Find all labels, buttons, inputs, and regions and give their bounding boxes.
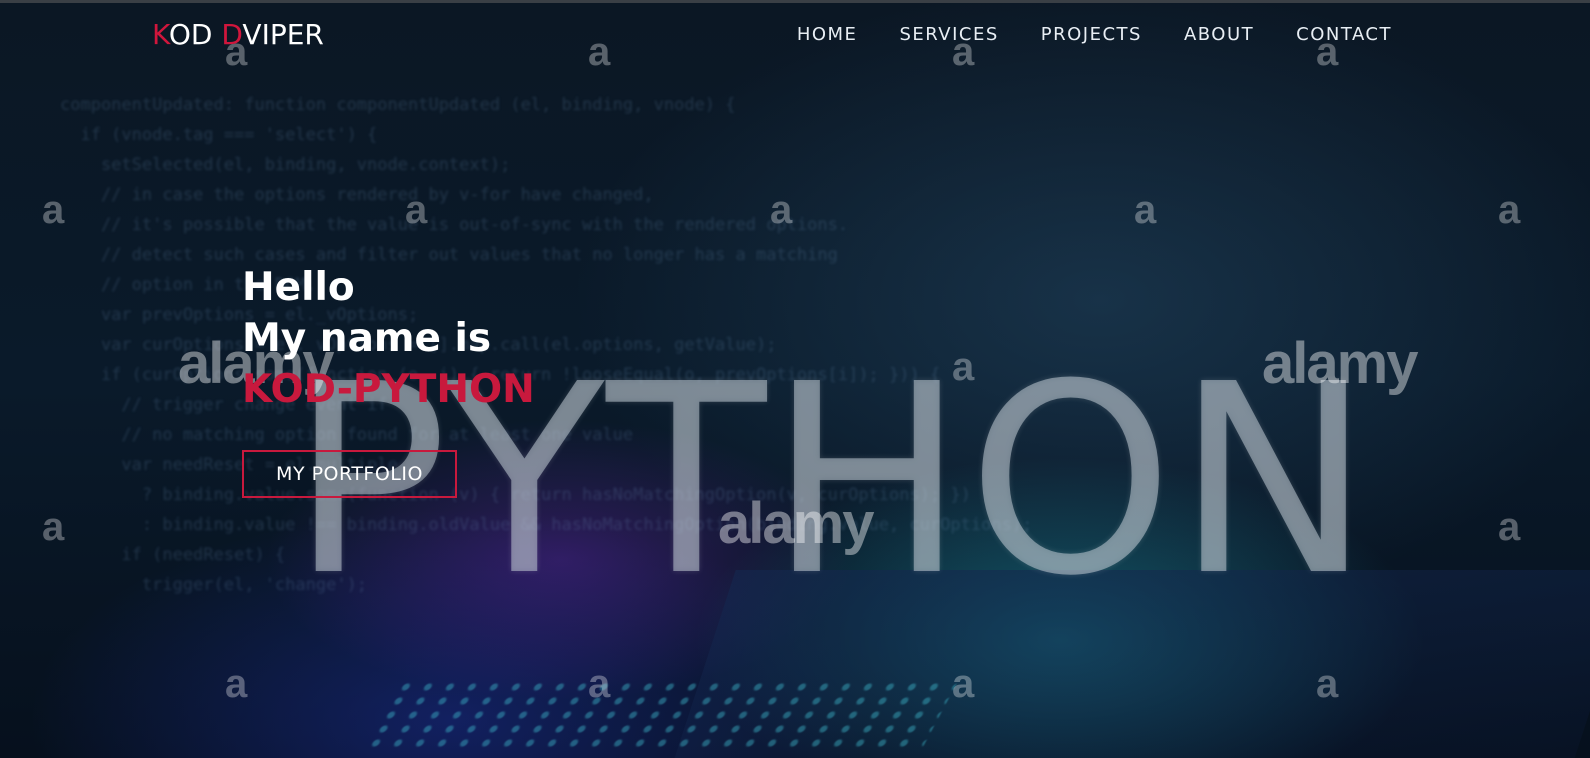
logo-letter-k: K bbox=[152, 18, 169, 51]
keyboard-glow bbox=[361, 680, 959, 750]
watermark-letter: a bbox=[1498, 188, 1521, 232]
watermark-letter: a bbox=[1498, 505, 1521, 549]
watermark-letter: a bbox=[42, 505, 65, 549]
watermark-letter: a bbox=[952, 662, 975, 706]
logo-text-od: OD bbox=[168, 18, 222, 51]
nav-item-projects[interactable]: PROJECTS bbox=[1041, 24, 1142, 45]
site-logo[interactable]: KOD DVIPER bbox=[152, 18, 324, 51]
watermark-brand: alamy bbox=[1262, 331, 1418, 396]
watermark-letter: a bbox=[42, 188, 65, 232]
hero-background: componentUpdated: function componentUpda… bbox=[0, 0, 1590, 758]
watermark-letter: a bbox=[1134, 188, 1157, 232]
code-line: var prevOptions = el._vOptions; bbox=[60, 305, 419, 325]
nav-item-contact[interactable]: CONTACT bbox=[1296, 24, 1392, 45]
nav-item-about[interactable]: ABOUT bbox=[1184, 24, 1254, 45]
watermark-letter: a bbox=[952, 345, 975, 389]
code-line: setSelected(el, binding, vnode.context); bbox=[60, 155, 511, 175]
logo-letter-d: D bbox=[221, 18, 243, 51]
watermark-letter: a bbox=[225, 662, 248, 706]
code-line: // option in the DOM. bbox=[60, 275, 316, 295]
hero-subtitle: My name is bbox=[242, 316, 492, 361]
watermark-letter: a bbox=[1316, 662, 1339, 706]
code-line: // in case the options rendered by v-for… bbox=[60, 185, 654, 205]
watermark-letter: a bbox=[405, 188, 428, 232]
portfolio-button[interactable]: MY PORTFOLIO bbox=[242, 450, 457, 498]
watermark-letter: a bbox=[770, 188, 793, 232]
watermark-letter: a bbox=[588, 662, 611, 706]
hero-name: KOD-PYTHON bbox=[242, 367, 535, 412]
nav-menu: HOME SERVICES PROJECTS ABOUT CONTACT bbox=[797, 24, 1392, 45]
code-line: if (vnode.tag === 'select') { bbox=[60, 125, 378, 145]
code-line: // it's possible that the value is out-o… bbox=[60, 215, 849, 235]
hero-intro: Hello My name is KOD-PYTHON bbox=[242, 262, 535, 415]
hero-greeting: Hello bbox=[242, 265, 355, 310]
nav-item-services[interactable]: SERVICES bbox=[899, 24, 998, 45]
watermark-brand: alamy bbox=[718, 491, 874, 556]
code-line: // detect such cases and filter out valu… bbox=[60, 245, 838, 265]
top-navigation: KOD DVIPER HOME SERVICES PROJECTS ABOUT … bbox=[0, 0, 1590, 70]
nav-item-home[interactable]: HOME bbox=[797, 24, 858, 45]
logo-text-viper: VIPER bbox=[242, 18, 324, 51]
code-line: componentUpdated: function componentUpda… bbox=[60, 95, 736, 115]
